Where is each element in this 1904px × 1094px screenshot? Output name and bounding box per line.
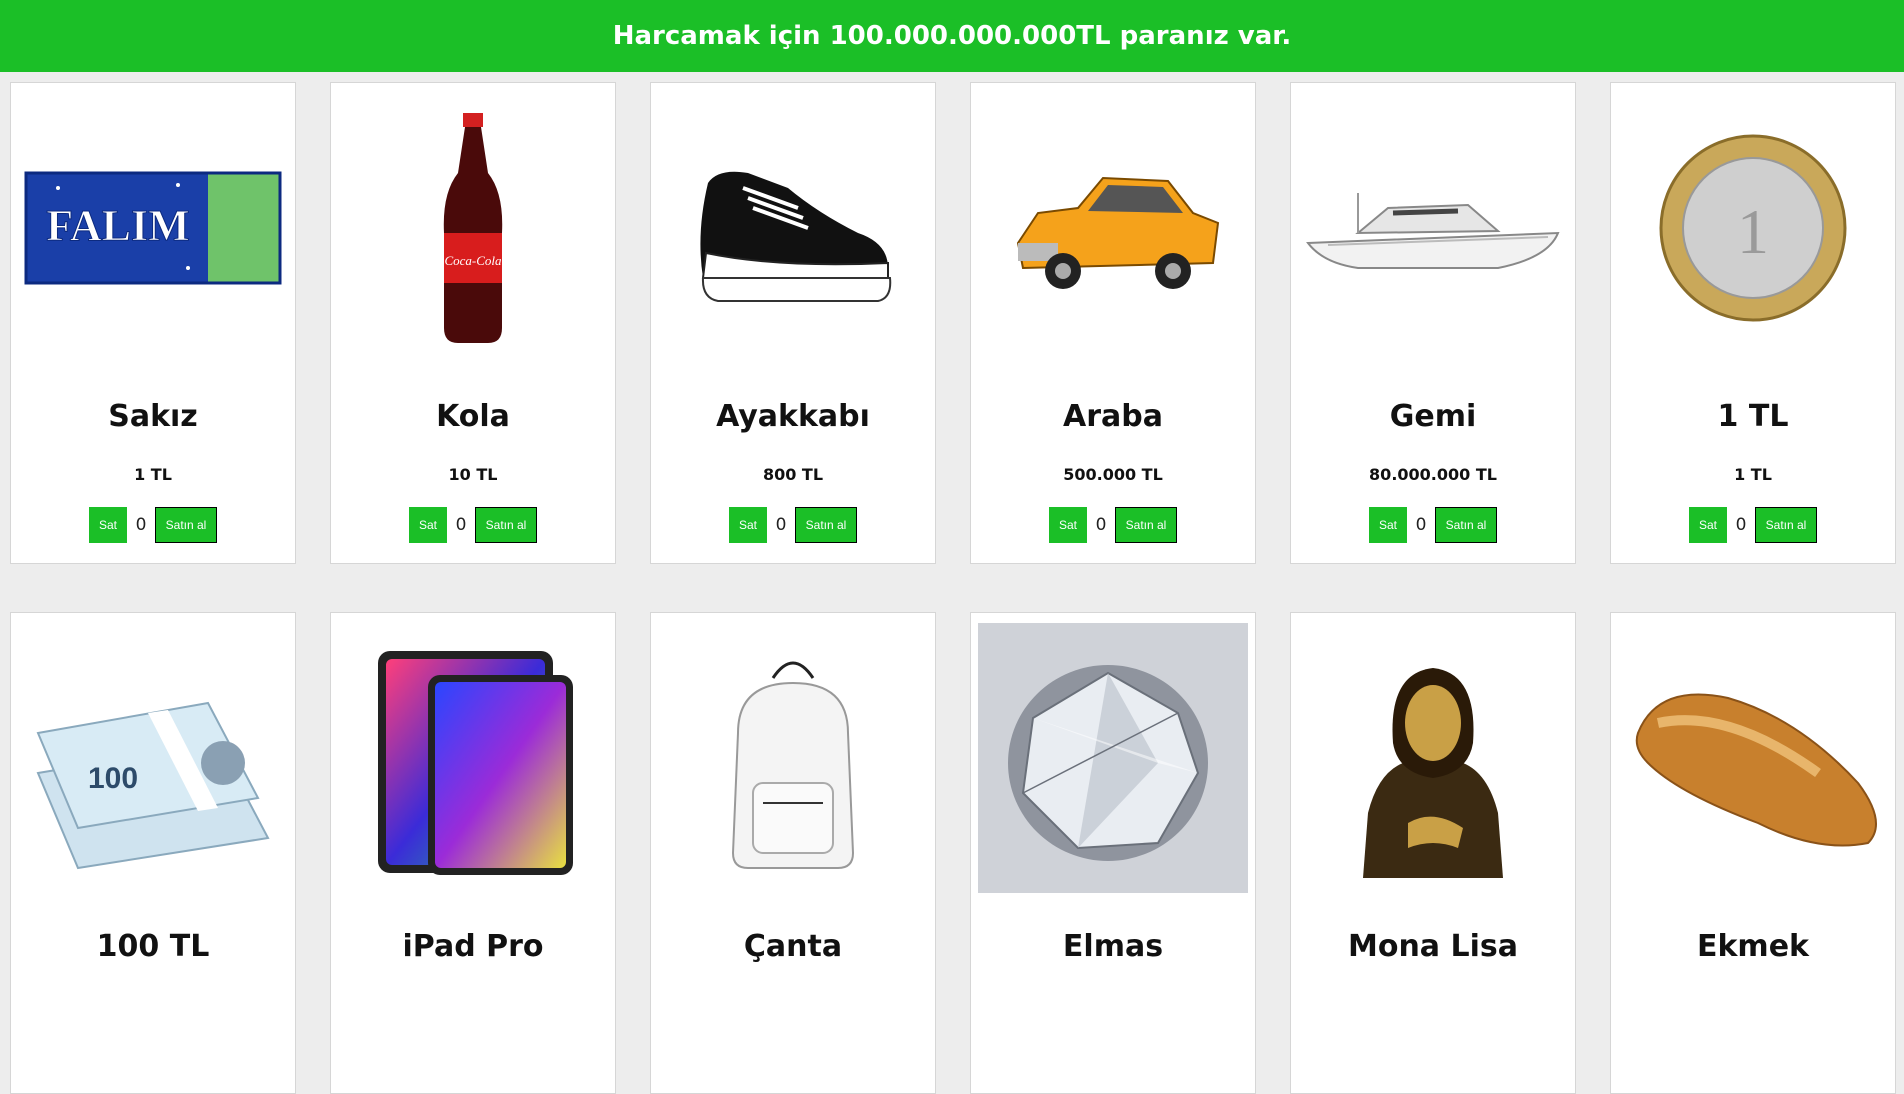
bread-icon bbox=[1618, 623, 1888, 893]
quantity-value: 0 bbox=[775, 515, 787, 535]
sell-button[interactable]: Sat bbox=[409, 507, 447, 543]
product-card: iPad Pro bbox=[330, 612, 616, 1094]
diamond-icon bbox=[978, 623, 1248, 893]
product-name: Gemi bbox=[1389, 399, 1477, 434]
product-name: Çanta bbox=[743, 929, 843, 964]
coin-icon: 1 bbox=[1618, 93, 1888, 363]
product-price: 1 TL bbox=[134, 465, 172, 484]
product-name: Ekmek bbox=[1696, 929, 1809, 964]
svg-text:100: 100 bbox=[88, 762, 138, 795]
sneaker-icon bbox=[658, 93, 928, 363]
product-card: Ekmek bbox=[1610, 612, 1896, 1094]
product-name: Elmas bbox=[1062, 929, 1164, 964]
product-controls: Sat 0 Satın al bbox=[1049, 507, 1177, 543]
product-price: 10 TL bbox=[448, 465, 498, 484]
backpack-icon bbox=[658, 623, 928, 893]
product-controls: Sat 0 Satın al bbox=[89, 507, 217, 543]
product-price: 1 TL bbox=[1734, 465, 1772, 484]
tablet-icon bbox=[338, 623, 608, 893]
product-price: 800 TL bbox=[762, 465, 824, 484]
yacht-icon bbox=[1298, 93, 1568, 363]
sell-button[interactable]: Sat bbox=[1369, 507, 1407, 543]
budget-message: Harcamak için 100.000.000.000TL paranız … bbox=[612, 21, 1292, 51]
buy-button[interactable]: Satın al bbox=[795, 507, 857, 543]
product-name: Araba bbox=[1063, 399, 1163, 434]
product-grid: FALIM Sakız 1 TL Sat 0 Satın al Coca-Col… bbox=[0, 72, 1904, 1094]
buy-button[interactable]: Satın al bbox=[1115, 507, 1177, 543]
quantity-value: 0 bbox=[1415, 515, 1427, 535]
product-name: Ayakkabı bbox=[716, 399, 870, 434]
product-card: Ayakkabı 800 TL Sat 0 Satın al bbox=[650, 82, 936, 564]
product-card: 1 1 TL 1 TL Sat 0 Satın al bbox=[1610, 82, 1896, 564]
product-card: FALIM Sakız 1 TL Sat 0 Satın al bbox=[10, 82, 296, 564]
quantity-value: 0 bbox=[455, 515, 467, 535]
product-controls: Sat 0 Satın al bbox=[729, 507, 857, 543]
product-controls: Sat 0 Satın al bbox=[409, 507, 537, 543]
sell-button[interactable]: Sat bbox=[729, 507, 767, 543]
sell-button[interactable]: Sat bbox=[1049, 507, 1087, 543]
product-name: iPad Pro bbox=[402, 929, 544, 964]
quantity-value: 0 bbox=[1735, 515, 1747, 535]
quantity-value: 0 bbox=[135, 515, 147, 535]
gum-pack-icon: FALIM bbox=[18, 93, 288, 363]
buy-button[interactable]: Satın al bbox=[155, 507, 217, 543]
painting-icon bbox=[1298, 623, 1568, 893]
banknotes-icon: 100 bbox=[18, 623, 288, 893]
cola-bottle-icon: Coca-Cola bbox=[338, 93, 608, 363]
product-name: 1 TL bbox=[1717, 399, 1789, 434]
product-card: 100 100 TL bbox=[10, 612, 296, 1094]
svg-text:1: 1 bbox=[1737, 196, 1769, 267]
product-card: Coca-Cola Kola 10 TL Sat 0 Satın al bbox=[330, 82, 616, 564]
sell-button[interactable]: Sat bbox=[89, 507, 127, 543]
product-card: Araba 500.000 TL Sat 0 Satın al bbox=[970, 82, 1256, 564]
product-name: Mona Lisa bbox=[1347, 929, 1518, 964]
product-price: 500.000 TL bbox=[1063, 465, 1163, 484]
budget-banner: Harcamak için 100.000.000.000TL paranız … bbox=[0, 0, 1904, 72]
product-controls: Sat 0 Satın al bbox=[1689, 507, 1817, 543]
svg-text:FALIM: FALIM bbox=[46, 201, 189, 250]
car-icon bbox=[978, 93, 1248, 363]
product-name: 100 TL bbox=[96, 929, 210, 964]
buy-button[interactable]: Satın al bbox=[475, 507, 537, 543]
product-card: Gemi 80.000.000 TL Sat 0 Satın al bbox=[1290, 82, 1576, 564]
product-card: Elmas bbox=[970, 612, 1256, 1094]
quantity-value: 0 bbox=[1095, 515, 1107, 535]
svg-text:Coca-Cola: Coca-Cola bbox=[444, 253, 502, 268]
buy-button[interactable]: Satın al bbox=[1755, 507, 1817, 543]
product-name: Sakız bbox=[108, 399, 198, 434]
product-card: Mona Lisa bbox=[1290, 612, 1576, 1094]
product-name: Kola bbox=[436, 399, 510, 434]
product-card: Çanta bbox=[650, 612, 936, 1094]
buy-button[interactable]: Satın al bbox=[1435, 507, 1497, 543]
product-controls: Sat 0 Satın al bbox=[1369, 507, 1497, 543]
product-price: 80.000.000 TL bbox=[1369, 465, 1497, 484]
sell-button[interactable]: Sat bbox=[1689, 507, 1727, 543]
